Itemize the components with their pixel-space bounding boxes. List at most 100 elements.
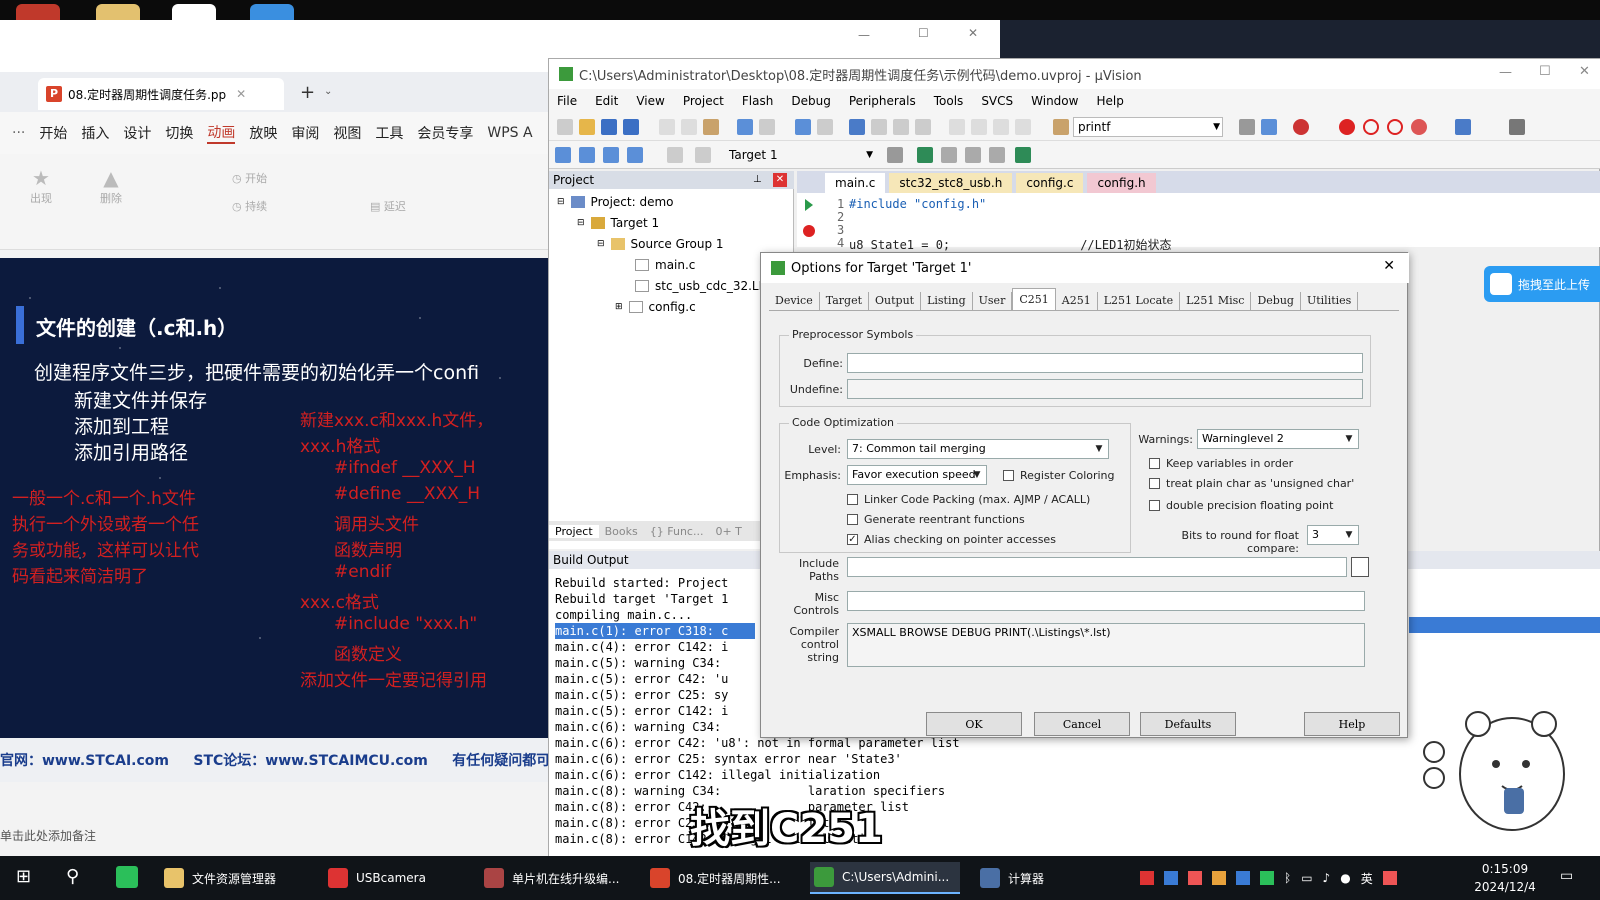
close-icon[interactable]: ✕ [1383,258,1395,274]
breakpoint-icon[interactable] [1339,119,1355,135]
cancel-button[interactable]: Cancel [1034,712,1130,736]
ribbon-appear[interactable]: ★ 出现 [30,166,52,206]
more-icon[interactable]: ··· [12,125,25,141]
collapse-icon[interactable]: ⊟ [577,218,585,228]
redo-icon[interactable] [759,119,775,135]
qq-icon[interactable] [172,4,216,20]
bookmark-clear-icon[interactable] [915,119,931,135]
close-button[interactable]: ✕ [968,26,978,40]
menu-wps-ai[interactable]: WPS A [487,125,532,141]
taskbar-explorer[interactable]: 文件资源管理器 [160,862,276,894]
unindent-icon[interactable] [971,119,987,135]
window-layout-icon[interactable] [1455,119,1471,135]
tab-l251-misc[interactable]: L251 Misc [1180,292,1252,310]
register-coloring-checkbox[interactable]: Register Coloring [1003,469,1115,482]
bookmark-prev-icon[interactable] [871,119,887,135]
close-icon[interactable]: ✕ [236,87,246,101]
tab-l251-locate[interactable]: L251 Locate [1098,292,1181,310]
folder-icon[interactable] [96,4,140,20]
menu-review[interactable]: 审阅 [291,123,319,143]
build-line[interactable]: main.c(6): error C25: syntax error near … [555,751,902,767]
copy-icon[interactable] [681,119,697,135]
tree-group[interactable]: ⊟ Source Group 1 [597,237,724,251]
debug-start-icon[interactable] [1293,119,1309,135]
breakpoint-disable-icon[interactable] [1363,119,1379,135]
bookmark-next-icon[interactable] [893,119,909,135]
keep-vars-checkbox[interactable]: Keep variables in order [1149,457,1293,470]
file-extensions-icon[interactable] [941,147,957,163]
chevron-down-icon[interactable]: ⌄ [324,86,332,97]
new-tab-button[interactable]: + [300,82,315,103]
microphone-icon[interactable]: ● [1340,871,1350,885]
notification-icon[interactable]: ▭ [1560,868,1573,884]
download-icon[interactable] [695,147,711,163]
save-icon[interactable] [601,119,617,135]
build-line[interactable]: main.c(5): warning C34: [555,655,721,671]
compiler-control-string[interactable]: XSMALL BROWSE DEBUG PRINT(.\Listings\*.l… [847,623,1365,667]
batch-build-icon[interactable] [627,147,643,163]
tab-books[interactable]: Books [599,525,644,538]
tab-project[interactable]: Project [549,524,599,538]
find-combo[interactable]: printf ▼ [1073,117,1223,137]
close-button[interactable]: ✕ [1579,64,1590,79]
tab-listing[interactable]: Listing [921,292,973,310]
ribbon-delay[interactable]: ▤ 延迟 [370,198,406,214]
save-all-icon[interactable] [623,119,639,135]
minimize-button[interactable]: — [1499,65,1512,80]
minimize-button[interactable]: — [858,28,870,42]
breakpoint-icon[interactable] [803,225,815,237]
build-icon[interactable] [579,147,595,163]
new-file-icon[interactable] [557,119,573,135]
build-line[interactable]: main.c(6): error C142: illegal initializ… [555,767,880,783]
misc-controls-input[interactable] [847,591,1365,611]
tab-user[interactable]: User [973,292,1013,310]
ribbon-duration[interactable]: ◷ 持续 [232,198,267,214]
expand-icon[interactable]: ⊞ [615,302,623,312]
rebuild-icon[interactable] [603,147,619,163]
plain-char-checkbox[interactable]: treat plain char as 'unsigned char' [1149,477,1354,490]
ribbon-start[interactable]: ◷ 开始 [232,170,267,186]
tray-app-icon[interactable] [1212,871,1226,885]
tray-app-icon[interactable] [1188,871,1202,885]
breakpoint-kill-icon[interactable] [1387,119,1403,135]
tree-project[interactable]: ⊟ Project: demo [557,195,674,209]
warnings-select[interactable]: Warninglevel 2 ▼ [1197,429,1359,449]
select-pack-icon[interactable] [965,147,981,163]
target-options-icon[interactable] [887,147,903,163]
menu-flash[interactable]: Flash [742,94,773,108]
paste-icon[interactable] [703,119,719,135]
undo-icon[interactable] [737,119,753,135]
tree-target[interactable]: ⊟ Target 1 [577,216,659,230]
tab-c251[interactable]: C251 [1012,288,1056,310]
tab-utilities[interactable]: Utilities [1301,292,1359,310]
maximize-button[interactable]: ☐ [918,26,929,40]
cut-icon[interactable] [659,119,675,135]
close-icon[interactable]: ✕ [773,173,787,187]
emphasis-select[interactable]: Favor execution speed ▼ [847,465,987,485]
tab-templates[interactable]: 0+ T [709,525,747,538]
double-precision-checkbox[interactable]: double precision floating point [1149,499,1333,512]
search-icon[interactable]: ⚲ [66,866,79,887]
open-icon[interactable] [579,119,595,135]
share-upload-button[interactable]: 拖拽至此上传 [1484,266,1600,302]
menu-member[interactable]: 会员专享 [417,123,473,143]
build-line[interactable]: main.c(5): error C142: i [555,703,728,719]
tab-functions[interactable]: {} Func... [644,525,710,538]
menu-tools[interactable]: 工具 [375,123,403,143]
build-line[interactable]: main.c(5): error C42: 'u [555,671,728,687]
help-button[interactable]: Help [1304,712,1400,736]
translate-icon[interactable] [555,147,571,163]
find-in-files-icon[interactable] [1053,119,1069,135]
chat-icon[interactable] [250,4,294,20]
ime-label[interactable]: 英 [1361,870,1373,887]
tray-app-icon[interactable] [1236,871,1250,885]
tray-app-icon[interactable] [1382,871,1397,885]
browse-button[interactable] [1351,557,1369,577]
level-select[interactable]: 7: Common tail merging ▼ [847,439,1109,459]
tab-device[interactable]: Device [769,292,820,310]
build-line[interactable]: main.c(5): error C25: sy [555,687,728,703]
menu-slideshow[interactable]: 放映 [249,123,277,143]
bookmark-icon[interactable] [849,119,865,135]
editor-tab[interactable]: stc32_stc8_usb.h [889,173,1013,193]
tab-debug[interactable]: Debug [1251,292,1301,310]
